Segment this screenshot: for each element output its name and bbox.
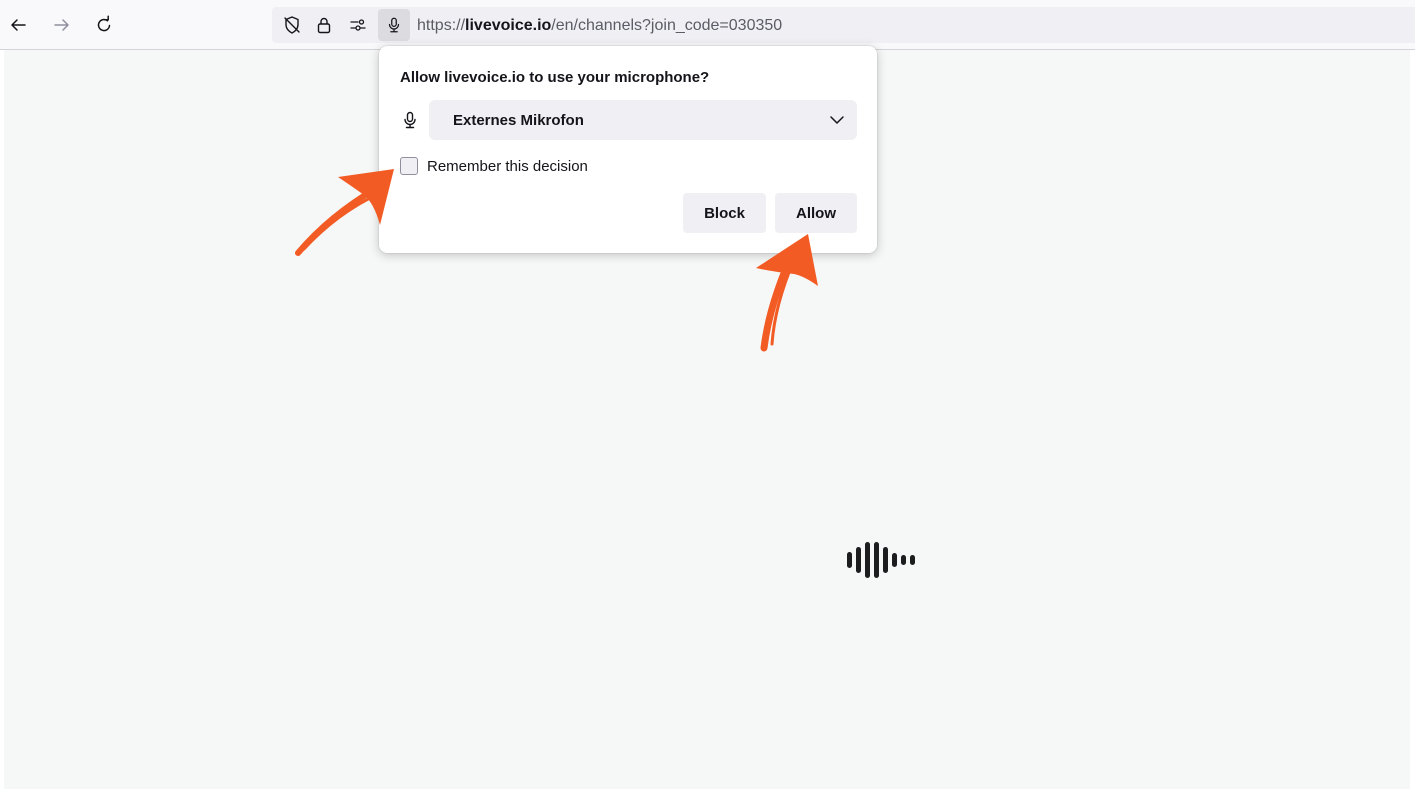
waveform-bar xyxy=(847,552,852,568)
tracking-protection-button[interactable] xyxy=(280,13,304,37)
waveform-bar xyxy=(874,542,879,578)
selected-device-label: Externes Mikrofon xyxy=(453,112,584,129)
microphone-icon xyxy=(404,111,416,129)
permissions-button[interactable] xyxy=(346,13,370,37)
url-host: livevoice.io xyxy=(465,17,552,34)
annotation-arrow-allow xyxy=(756,234,818,352)
remember-decision-label[interactable]: Remember this decision xyxy=(427,158,588,175)
waveform-bar xyxy=(883,547,888,573)
shield-slash-icon xyxy=(284,16,300,34)
annotation-arrow-checkbox xyxy=(295,169,394,256)
remember-decision-checkbox[interactable] xyxy=(400,157,418,175)
microphone-device-select[interactable]: Externes Mikrofon xyxy=(429,100,857,140)
url-path: /en/channels?join_code=030350 xyxy=(551,17,783,34)
sliders-icon xyxy=(350,19,366,31)
reload-button[interactable] xyxy=(92,13,116,37)
browser-toolbar: https://livevoice.io/en/channels?join_co… xyxy=(0,0,1415,50)
url-bar[interactable]: https://livevoice.io/en/channels?join_co… xyxy=(272,7,1415,43)
waveform-bar xyxy=(910,555,915,565)
waveform-bar xyxy=(901,555,906,565)
back-button[interactable] xyxy=(6,13,30,37)
popup-title: Allow livevoice.io to use your microphon… xyxy=(400,69,710,86)
microphone-permission-button[interactable] xyxy=(378,9,410,41)
waveform-bar xyxy=(865,542,870,578)
url-text[interactable]: https://livevoice.io/en/channels?join_co… xyxy=(417,17,782,35)
forward-button[interactable] xyxy=(50,13,74,37)
lock-icon xyxy=(317,17,331,34)
audio-waveform-icon xyxy=(847,542,915,578)
waveform-bar xyxy=(856,547,861,573)
microphone-icon xyxy=(388,17,400,33)
reload-icon xyxy=(97,15,111,32)
chevron-down-icon xyxy=(830,116,844,124)
url-scheme: https:// xyxy=(417,17,466,34)
block-button[interactable]: Block xyxy=(683,193,766,233)
arrow-right-icon xyxy=(54,19,69,31)
allow-button[interactable]: Allow xyxy=(775,193,857,233)
arrow-left-icon xyxy=(11,19,26,31)
waveform-bar xyxy=(892,553,897,567)
site-security-button[interactable] xyxy=(312,13,336,37)
microphone-permission-popup: Allow livevoice.io to use your microphon… xyxy=(379,46,877,253)
